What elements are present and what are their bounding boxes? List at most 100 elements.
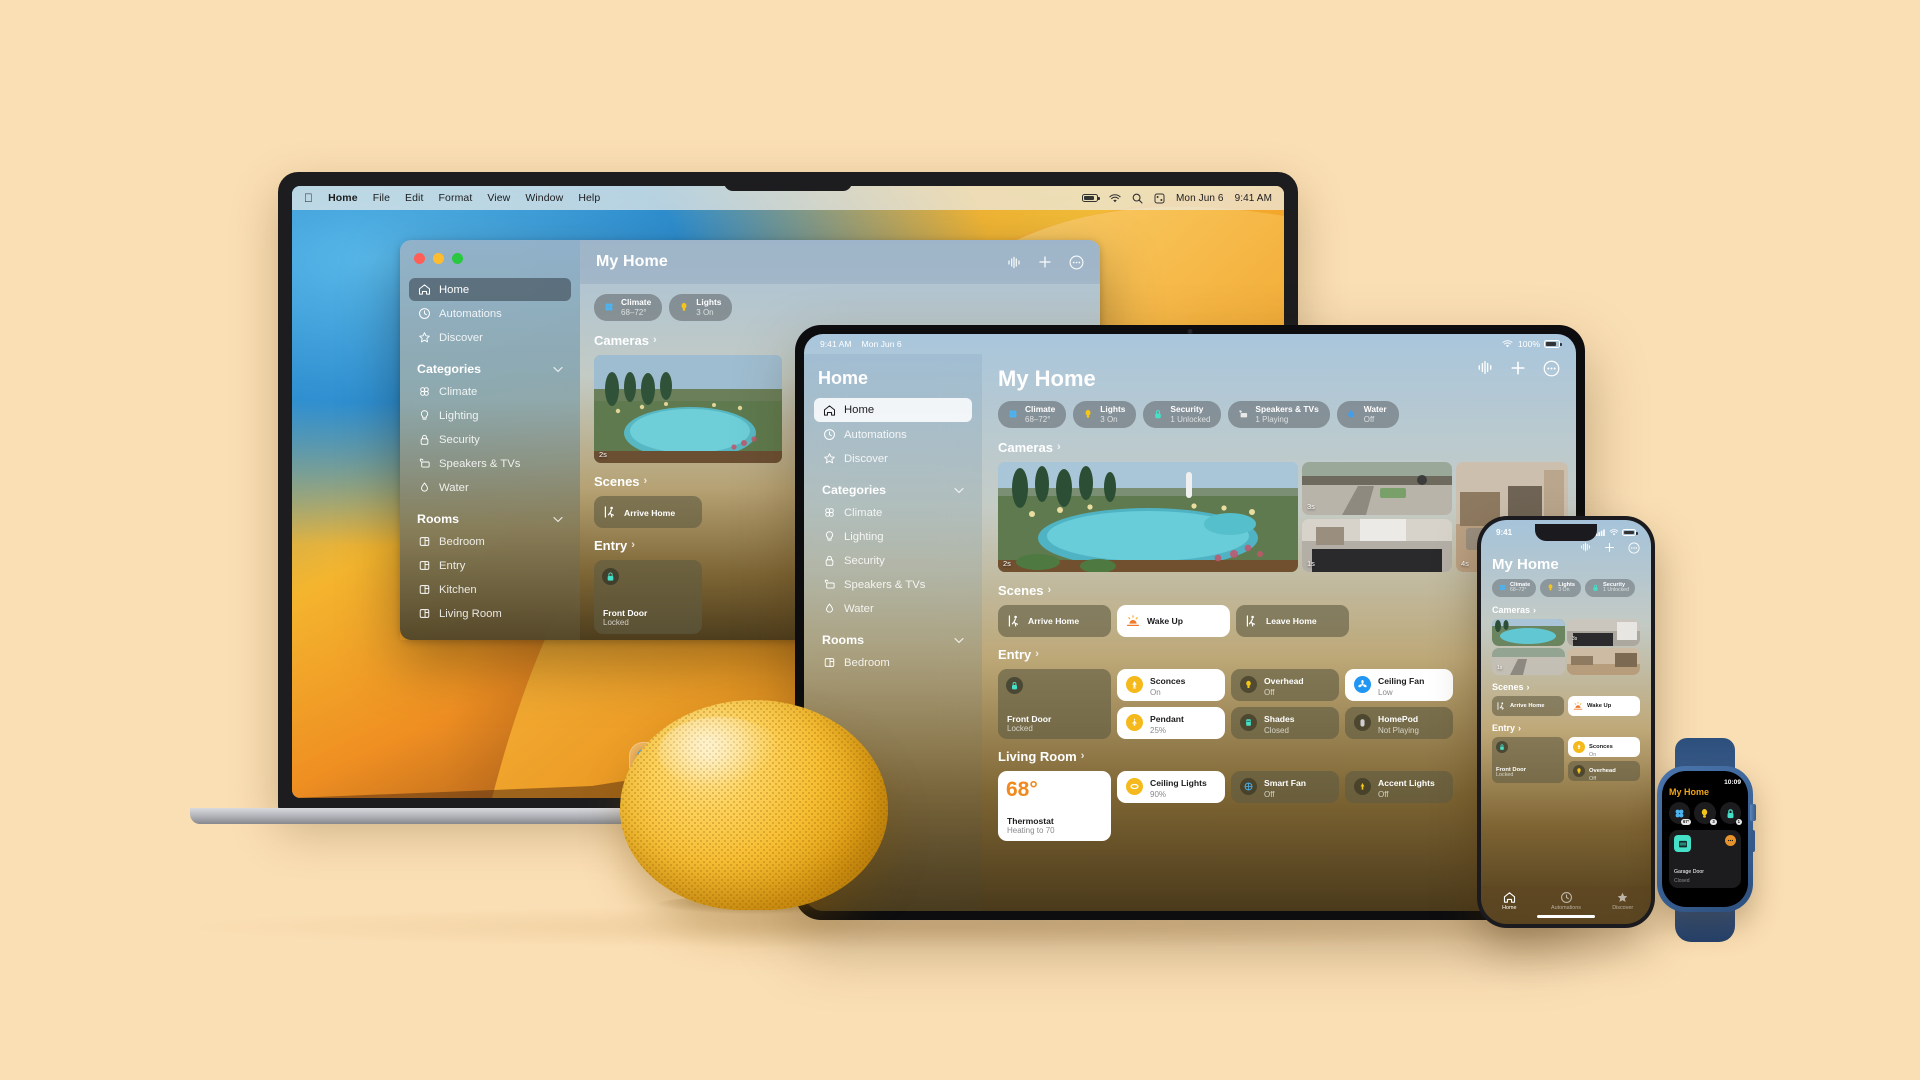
menu-item-edit[interactable]: Edit (405, 192, 424, 204)
status-pill-security[interactable]: Security 1 Unlocked (1585, 579, 1635, 597)
sidebar-item-automations[interactable]: Automations (409, 302, 571, 325)
chevron-down-icon[interactable] (553, 366, 563, 373)
sidebar-item-speakers-tvs[interactable]: Speakers & TVs (409, 452, 571, 475)
siri-waveform-icon[interactable] (1007, 256, 1021, 269)
sidebar-item-discover[interactable]: Discover (409, 326, 571, 349)
sidebar-item-home[interactable]: Home (814, 398, 972, 422)
accessory-tile-overhead[interactable]: Overhead Off (1568, 760, 1640, 782)
side-button[interactable] (1751, 830, 1755, 852)
status-pill-lights[interactable]: Lights 3 On (1073, 401, 1137, 428)
close-button[interactable] (414, 253, 425, 264)
wifi-icon[interactable] (1109, 193, 1121, 203)
menu-item-help[interactable]: Help (578, 192, 600, 204)
camera-thumbnail-garage[interactable]: 1s (1302, 518, 1452, 572)
sidebar-item-entry[interactable]: Entry (409, 554, 571, 577)
camera-thumbnail-living-room[interactable] (1567, 647, 1640, 675)
section-header-scenes[interactable]: Scenes › (1492, 682, 1640, 692)
menu-item-window[interactable]: Window (525, 192, 563, 204)
accessory-tile-homepod[interactable]: HomePod Not Playing (1345, 706, 1453, 739)
scene-tile-arrive-home[interactable]: Arrive Home (594, 495, 702, 528)
status-pill-lights[interactable]: Lights 3 On (1540, 579, 1581, 597)
menu-item-view[interactable]: View (487, 192, 510, 204)
search-icon[interactable] (1132, 193, 1143, 204)
ipad-toolbar[interactable] (1477, 360, 1560, 377)
section-header-cameras[interactable]: Cameras › (1492, 605, 1640, 615)
camera-thumbnail-driveway[interactable]: 1s (1492, 647, 1565, 675)
sidebar-item-lighting[interactable]: Lighting (814, 525, 972, 548)
iphone-tabbar[interactable]: Home Automations Discover (1481, 886, 1651, 924)
zoom-button[interactable] (452, 253, 463, 264)
battery-icon[interactable] (1082, 194, 1100, 202)
chevron-down-icon[interactable] (553, 516, 563, 523)
accessory-tile-thermostat[interactable]: 68° Thermostat Heating to 70 (998, 770, 1111, 841)
sidebar-categories-header[interactable]: Categories (814, 483, 972, 497)
add-icon[interactable] (1604, 542, 1615, 554)
accessory-tile-pendant[interactable]: Pendant 25% (1117, 706, 1225, 739)
sidebar-item-security[interactable]: Security (409, 428, 571, 451)
add-icon[interactable] (1038, 255, 1052, 269)
accessory-tile-front-door[interactable]: Front Door Locked (1492, 736, 1564, 783)
camera-thumbnail-driveway[interactable]: 3s (1302, 461, 1452, 515)
menu-item-home[interactable]: Home (328, 192, 358, 204)
status-icon-lights[interactable]: 3 (1694, 802, 1717, 825)
iphone-toolbar[interactable] (1492, 542, 1640, 554)
sidebar-item-bedroom[interactable]: Bedroom (814, 651, 972, 674)
chevron-down-icon[interactable] (954, 487, 964, 494)
menu-item-file[interactable]: File (373, 192, 390, 204)
digital-crown[interactable] (1750, 804, 1756, 821)
siri-waveform-icon[interactable] (1580, 542, 1591, 554)
sidebar-item-water[interactable]: Water (814, 597, 972, 620)
accessory-tile-ceiling-lights[interactable]: Ceiling Lights 90% (1117, 770, 1225, 803)
add-icon[interactable] (1510, 360, 1526, 377)
sidebar-rooms-header[interactable]: Rooms (409, 512, 571, 526)
scene-tile-arrive-home[interactable]: Arrive Home (1492, 695, 1564, 716)
accessory-tile-sconces[interactable]: Sconces On (1117, 668, 1225, 701)
more-options-icon[interactable] (1725, 835, 1736, 846)
menubar-time[interactable]: 9:41 AM (1235, 193, 1272, 204)
status-pill-security[interactable]: Security 1 Unlocked (1143, 401, 1222, 428)
sidebar-item-water[interactable]: Water (409, 476, 571, 499)
camera-thumbnail[interactable]: 2s (594, 354, 782, 463)
window-traffic-lights[interactable] (414, 253, 463, 264)
sidebar-item-living-room[interactable]: Living Room (409, 602, 571, 625)
sidebar-rooms-header[interactable]: Rooms (814, 633, 972, 647)
sidebar-item-home[interactable]: Home (409, 278, 571, 301)
menubar-date[interactable]: Mon Jun 6 (1176, 193, 1224, 204)
accessory-tile-shades[interactable]: Shades Closed (1231, 706, 1339, 739)
accessory-tile-front-door[interactable]: Front Door Locked (594, 559, 702, 634)
more-options-icon[interactable] (1628, 542, 1640, 554)
status-pill-climate[interactable]: Climate 68–72° (1492, 579, 1537, 597)
section-header-entry[interactable]: Entry › (1492, 723, 1640, 733)
tab-home[interactable]: Home (1481, 891, 1538, 911)
camera-thumbnail-pool[interactable] (1492, 618, 1565, 646)
accessory-tile-accent-lights[interactable]: Accent Lights Off (1345, 770, 1453, 803)
accessory-card-garage-door[interactable]: Garage Door Closed (1669, 830, 1741, 888)
scene-tile-wake-up[interactable]: Wake Up (1568, 695, 1640, 716)
minimize-button[interactable] (433, 253, 444, 264)
chevron-down-icon[interactable] (954, 637, 964, 644)
status-pill-lights[interactable]: Lights 3 On (669, 294, 733, 321)
sidebar-item-kitchen[interactable]: Kitchen (409, 578, 571, 601)
sidebar-item-automations[interactable]: Automations (814, 423, 972, 446)
menu-item-format[interactable]: Format (439, 192, 473, 204)
status-icon-security[interactable]: 1 (1719, 802, 1742, 825)
siri-waveform-icon[interactable] (1477, 360, 1493, 377)
camera-thumbnail-garage[interactable]: 3s (1567, 618, 1640, 646)
tab-automations[interactable]: Automations (1538, 891, 1595, 911)
sidebar-item-lighting[interactable]: Lighting (409, 404, 571, 427)
status-pill-speakers-tvs[interactable]: Speakers & TVs 1 Playing (1228, 401, 1330, 428)
accessory-tile-sconces[interactable]: Sconces On (1568, 736, 1640, 758)
sidebar-item-speakers-tvs[interactable]: Speakers & TVs (814, 573, 972, 596)
scene-tile-arrive-home[interactable]: Arrive Home (998, 604, 1111, 637)
sidebar-item-climate[interactable]: Climate (409, 380, 571, 403)
more-options-icon[interactable] (1543, 360, 1560, 377)
scene-tile-leave-home[interactable]: Leave Home (1236, 604, 1349, 637)
control-center-icon[interactable] (1154, 193, 1165, 204)
sidebar-item-discover[interactable]: Discover (814, 447, 972, 470)
accessory-tile-overhead[interactable]: Overhead Off (1231, 668, 1339, 701)
more-options-icon[interactable] (1069, 255, 1084, 270)
status-icon-climate[interactable]: 67° (1669, 802, 1692, 825)
status-pill-climate[interactable]: Climate 68–72° (594, 294, 663, 321)
sidebar-item-climate[interactable]: Climate (814, 501, 972, 524)
accessory-tile-front-door[interactable]: Front Door Locked (998, 668, 1111, 739)
